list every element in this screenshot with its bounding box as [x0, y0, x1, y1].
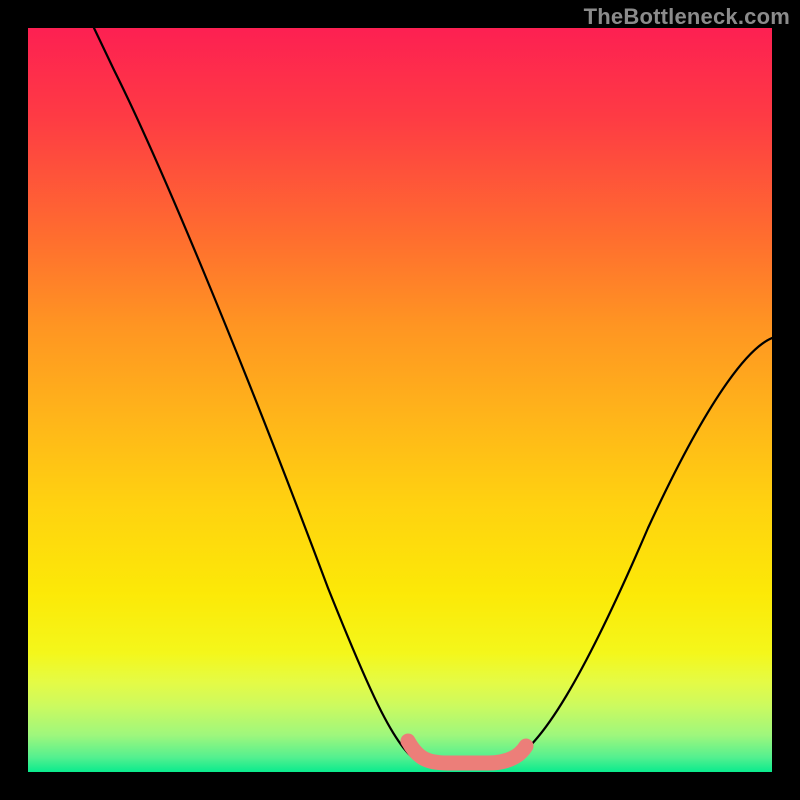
optimal-range-marker	[408, 741, 526, 763]
watermark-text: TheBottleneck.com	[584, 4, 790, 30]
chart-plot-area	[28, 28, 772, 772]
chart-outer-frame: TheBottleneck.com	[0, 0, 800, 800]
bottleneck-curve	[94, 28, 772, 763]
chart-curves	[28, 28, 772, 772]
